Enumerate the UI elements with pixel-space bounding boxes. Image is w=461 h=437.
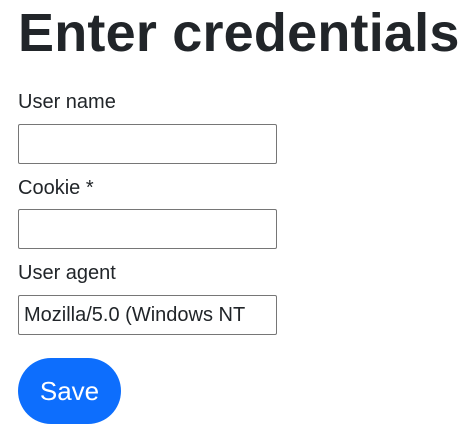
username-input[interactable] (18, 124, 277, 164)
save-button[interactable]: Save (18, 358, 121, 424)
user-agent-input[interactable] (18, 295, 277, 335)
page-title: Enter credentials (18, 3, 460, 63)
username-label: User name (18, 91, 116, 113)
cookie-input[interactable] (18, 209, 277, 249)
cookie-label: Cookie * (18, 177, 94, 199)
user-agent-label: User agent (18, 262, 116, 284)
credentials-page: Enter credentials User name Cookie * Use… (0, 0, 461, 437)
